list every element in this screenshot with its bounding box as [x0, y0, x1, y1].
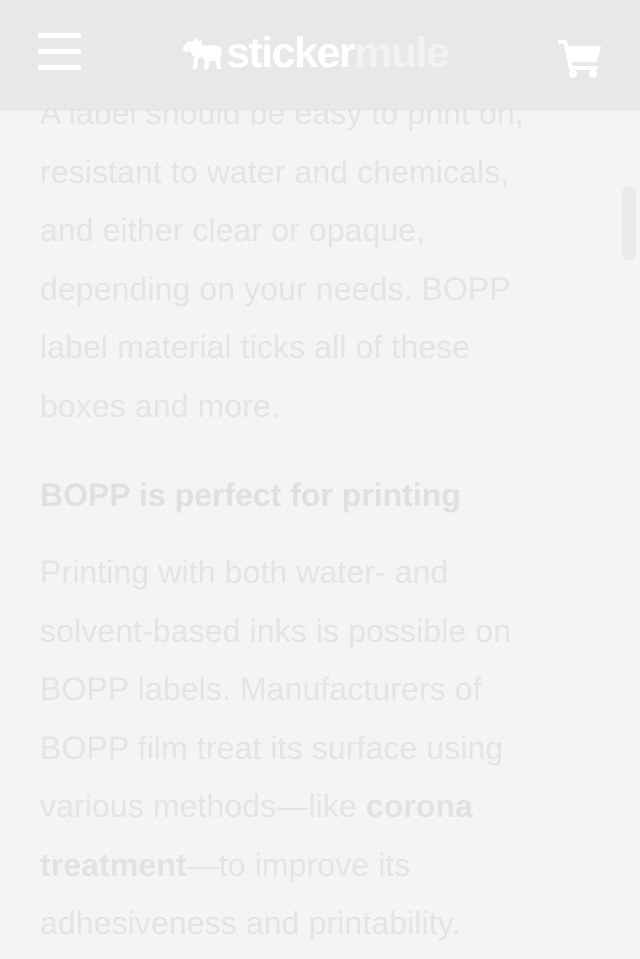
- logo-word-mule: mule: [354, 29, 450, 77]
- paragraph-line: boxes and more.: [40, 387, 280, 424]
- paragraph-line: Printing with both water- and: [40, 554, 449, 590]
- logo-wordmark: stickermule: [226, 29, 450, 77]
- paragraph-line: resistant to water and chemicals,: [40, 153, 510, 190]
- paragraph-line: and either clear or opaque,: [40, 212, 426, 248]
- corona-treatment-link-continued[interactable]: treatment: [40, 847, 187, 883]
- paragraph-text: various methods—like: [40, 788, 366, 824]
- hamburger-menu-icon[interactable]: [38, 33, 82, 73]
- stickermule-logo[interactable]: stickermule: [180, 29, 450, 77]
- paragraph-line: adhesiveness and printability.: [40, 905, 461, 941]
- mule-icon: [183, 37, 222, 69]
- paragraph-line: BOPP film treat its surface using: [40, 729, 504, 766]
- scrollbar-thumb[interactable]: [622, 186, 636, 260]
- logo-word-sticker: sticker: [226, 29, 356, 77]
- page: A label should be easy to print on, resi…: [0, 0, 640, 959]
- paragraph-line: solvent-based inks is possible on: [40, 612, 512, 649]
- paragraph-line: depending on your needs. BOPP: [40, 270, 511, 307]
- shopping-cart-icon[interactable]: [556, 36, 604, 78]
- intro-paragraph: A label should be easy to print on, resi…: [40, 84, 600, 435]
- corona-treatment-link[interactable]: corona: [366, 788, 473, 824]
- paragraph-line: various methods—like corona: [40, 777, 600, 836]
- paragraph-line: BOPP labels. Manufacturers of: [40, 671, 482, 707]
- body-paragraph: Printing with both water- and solvent-ba…: [40, 543, 600, 953]
- article-content: A label should be easy to print on, resi…: [40, 84, 600, 953]
- paragraph-line: label material ticks all of these: [40, 329, 471, 365]
- paragraph-text: —to improve its: [186, 846, 411, 883]
- section-heading: BOPP is perfect for printing: [40, 477, 461, 513]
- paragraph-line: treatment—to improve its: [40, 836, 600, 895]
- top-nav-bar: stickermule: [0, 0, 640, 110]
